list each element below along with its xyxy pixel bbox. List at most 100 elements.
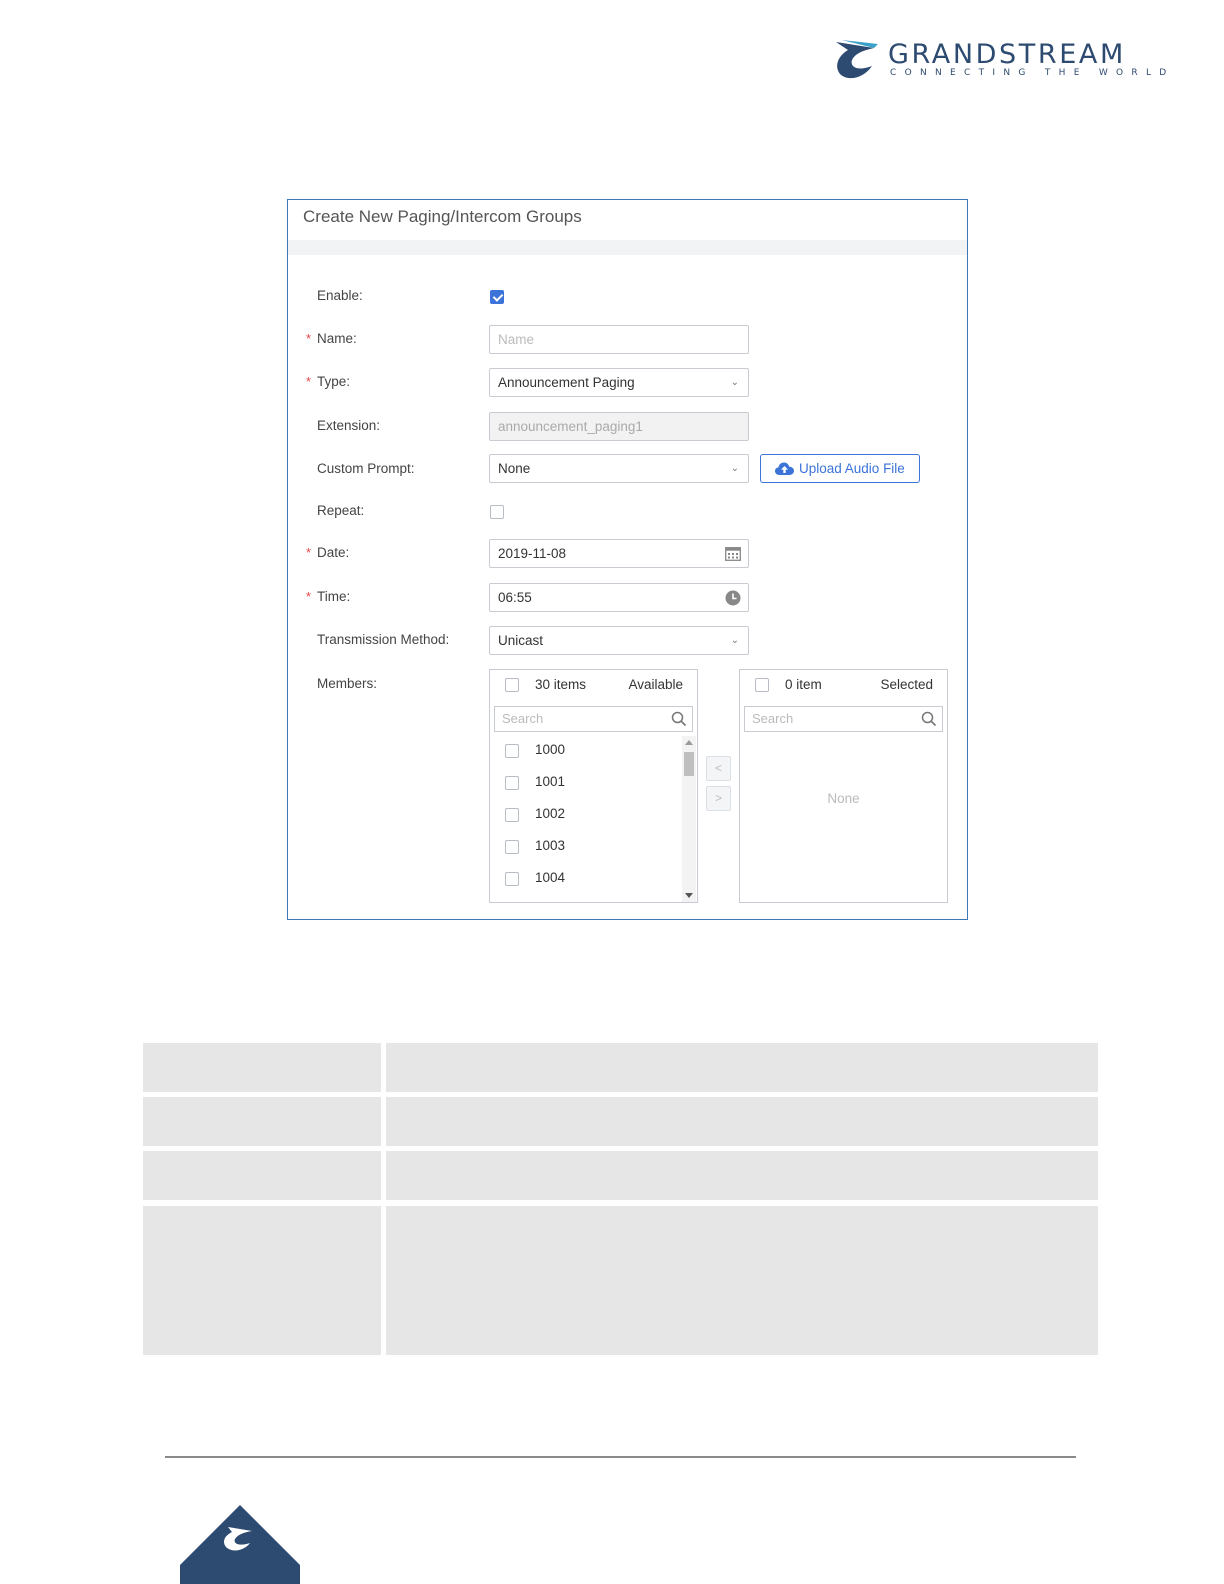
required-mark: * bbox=[306, 331, 312, 346]
table-cell bbox=[143, 1043, 381, 1092]
required-mark: * bbox=[306, 374, 312, 389]
custom-prompt-label: Custom Prompt: bbox=[317, 461, 415, 476]
time-label-text: Time: bbox=[317, 589, 351, 604]
selected-empty-text: None bbox=[827, 791, 860, 806]
available-caption: Available bbox=[628, 677, 683, 692]
available-search-placeholder: Search bbox=[502, 711, 544, 726]
enable-checkbox[interactable] bbox=[490, 290, 504, 304]
custom-prompt-value: None bbox=[498, 461, 531, 476]
list-item[interactable]: 1000 bbox=[490, 736, 678, 768]
date-label-text: Date: bbox=[317, 545, 350, 560]
time-input[interactable]: 06:55 bbox=[489, 583, 749, 612]
member-extension: 1003 bbox=[535, 838, 566, 853]
table-row bbox=[143, 1151, 1098, 1200]
member-extension: 1000 bbox=[535, 742, 566, 757]
search-icon bbox=[671, 711, 687, 727]
available-members-panel: 30 items Available Search 1000 1001 1002 bbox=[489, 669, 698, 903]
table-cell bbox=[386, 1043, 1098, 1092]
cloud-upload-icon bbox=[775, 462, 794, 475]
member-extension: 1002 bbox=[535, 806, 566, 821]
table-cell bbox=[386, 1097, 1098, 1146]
date-value: 2019-11-08 bbox=[498, 546, 567, 561]
name-input[interactable]: Name bbox=[489, 325, 749, 354]
repeat-checkbox[interactable] bbox=[490, 505, 504, 519]
chevron-down-icon: ⌄ bbox=[730, 463, 739, 474]
time-label: * Time: bbox=[306, 589, 351, 604]
type-select-value: Announcement Paging bbox=[498, 375, 635, 390]
list-item[interactable]: 1002 bbox=[490, 800, 678, 832]
list-item[interactable]: 1003 bbox=[490, 832, 678, 864]
upload-audio-file-button[interactable]: Upload Audio File bbox=[760, 454, 920, 483]
transmission-method-value: Unicast bbox=[498, 633, 544, 648]
selected-caption: Selected bbox=[880, 677, 933, 692]
repeat-label: Repeat: bbox=[317, 503, 365, 518]
search-icon bbox=[921, 711, 937, 727]
available-search-input[interactable]: Search bbox=[494, 706, 693, 732]
member-checkbox[interactable] bbox=[505, 776, 519, 790]
available-panel-header: 30 items Available bbox=[490, 670, 697, 700]
extension-input: announcement_paging1 bbox=[489, 412, 749, 441]
member-checkbox[interactable] bbox=[505, 872, 519, 886]
scrollbar-thumb[interactable] bbox=[684, 752, 694, 776]
brand-tagline: CONNECTING THE WORLD bbox=[890, 68, 1175, 78]
transmission-method-select[interactable]: Unicast ⌄ bbox=[489, 626, 749, 655]
scroll-down-icon[interactable] bbox=[685, 893, 693, 898]
selected-panel-header: 0 item Selected bbox=[740, 670, 947, 700]
table-cell bbox=[143, 1097, 381, 1146]
available-member-list: 1000 1001 1002 1003 1004 bbox=[490, 736, 678, 896]
table-row bbox=[143, 1097, 1098, 1146]
chevron-down-icon: ⌄ bbox=[730, 635, 739, 646]
table-row bbox=[143, 1206, 1098, 1355]
list-item[interactable]: 1004 bbox=[490, 864, 678, 896]
member-extension: 1001 bbox=[535, 774, 566, 789]
table-cell bbox=[386, 1206, 1098, 1355]
select-all-selected-checkbox[interactable] bbox=[755, 678, 769, 692]
create-paging-group-dialog: Create New Paging/Intercom Groups Enable… bbox=[287, 199, 968, 920]
selected-members-panel: 0 item Selected Search None bbox=[739, 669, 948, 903]
calendar-icon[interactable] bbox=[725, 546, 741, 561]
enable-label: Enable: bbox=[317, 288, 363, 303]
type-label: * Type: bbox=[306, 374, 351, 389]
grandstream-footer-logo-icon bbox=[180, 1505, 300, 1584]
table-cell bbox=[143, 1206, 381, 1355]
dialog-title: Create New Paging/Intercom Groups bbox=[303, 207, 582, 226]
required-mark: * bbox=[306, 589, 312, 604]
grandstream-logo: GRANDSTREAM CONNECTING THE WORLD bbox=[834, 38, 1166, 84]
type-label-text: Type: bbox=[317, 374, 351, 389]
type-select[interactable]: Announcement Paging ⌄ bbox=[489, 368, 749, 397]
scroll-up-icon[interactable] bbox=[685, 740, 693, 745]
selected-search-input[interactable]: Search bbox=[744, 706, 943, 732]
member-checkbox[interactable] bbox=[505, 840, 519, 854]
dialog-header: Create New Paging/Intercom Groups bbox=[288, 200, 967, 241]
footer-divider bbox=[165, 1456, 1076, 1458]
name-label-text: Name: bbox=[317, 331, 357, 346]
brand-name: GRANDSTREAM bbox=[888, 39, 1126, 70]
member-checkbox[interactable] bbox=[505, 808, 519, 822]
upload-audio-file-label: Upload Audio File bbox=[799, 461, 905, 476]
list-item[interactable]: 1001 bbox=[490, 768, 678, 800]
custom-prompt-select[interactable]: None ⌄ bbox=[489, 454, 749, 483]
extension-label: Extension: bbox=[317, 418, 381, 433]
move-right-button[interactable]: > bbox=[706, 786, 731, 811]
selected-count: 0 item bbox=[785, 677, 822, 692]
clock-icon[interactable] bbox=[725, 590, 741, 606]
member-checkbox[interactable] bbox=[505, 744, 519, 758]
select-all-available-checkbox[interactable] bbox=[505, 678, 519, 692]
time-value: 06:55 bbox=[498, 590, 532, 605]
table-cell bbox=[143, 1151, 381, 1200]
member-extension: 1004 bbox=[535, 870, 566, 885]
chevron-down-icon: ⌄ bbox=[730, 377, 739, 388]
required-mark: * bbox=[306, 545, 312, 560]
members-label: Members: bbox=[317, 676, 378, 691]
table-cell bbox=[386, 1151, 1098, 1200]
available-list-scrollbar[interactable] bbox=[682, 736, 696, 902]
table-row bbox=[143, 1043, 1098, 1092]
selected-search-placeholder: Search bbox=[752, 711, 794, 726]
available-count: 30 items bbox=[535, 677, 587, 692]
move-left-button[interactable]: < bbox=[706, 756, 731, 781]
date-input[interactable]: 2019-11-08 bbox=[489, 539, 749, 568]
grandstream-logo-icon bbox=[836, 40, 878, 79]
date-label: * Date: bbox=[306, 545, 350, 560]
name-label: * Name: bbox=[306, 331, 357, 346]
dialog-header-band bbox=[288, 240, 967, 255]
